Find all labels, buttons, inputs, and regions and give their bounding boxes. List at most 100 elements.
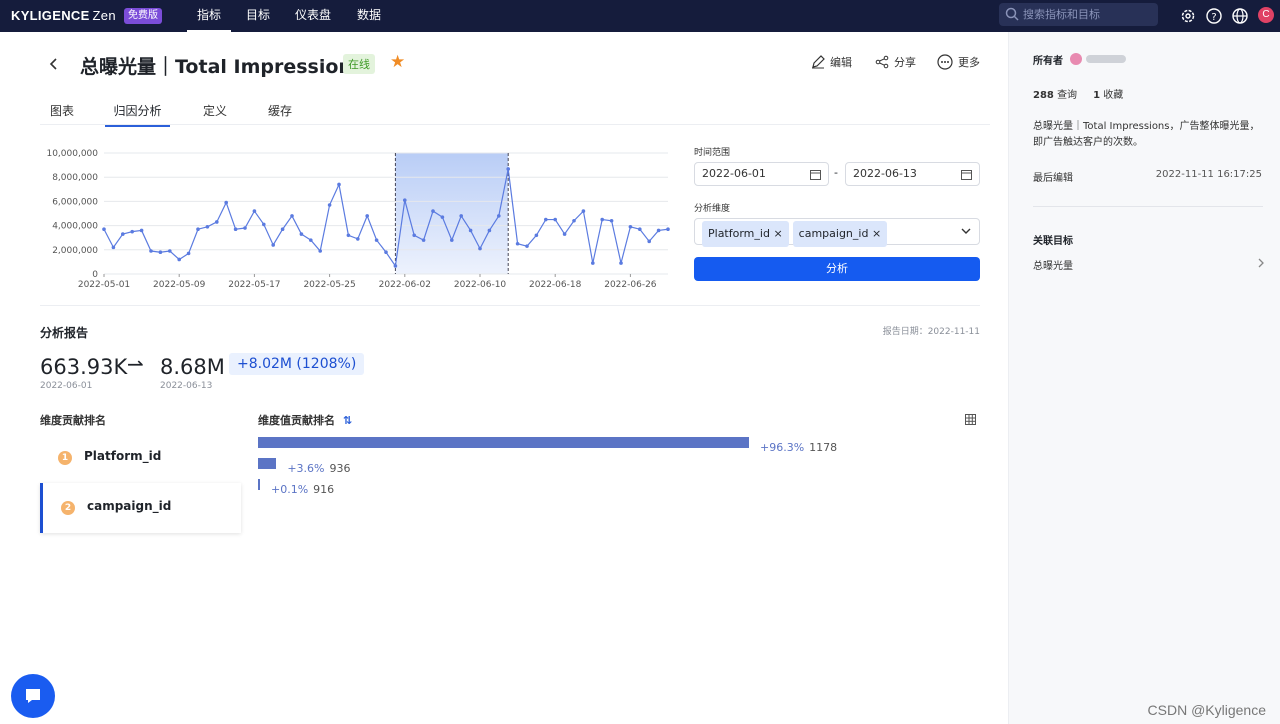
calendar-icon — [810, 170, 821, 180]
data-point — [280, 227, 285, 232]
x-tick-label: 2022-05-17 — [228, 280, 280, 290]
metric-info-sidebar: 所有者 288 查询 1 收藏 总曝光量｜Total Impressions，广告… — [1008, 32, 1280, 724]
more-dots-icon — [937, 54, 953, 70]
main-content: 总曝光量｜Total Impressions 在线 ★ 编辑 分享 更多 图表 … — [0, 32, 1008, 724]
remove-tag-icon[interactable]: × — [872, 227, 881, 240]
contribution-label: +3.6% 936 — [287, 457, 350, 476]
data-point — [130, 229, 134, 234]
share-button[interactable]: 分享 — [875, 54, 916, 70]
dimension-name: Platform_id — [84, 449, 162, 463]
data-point — [139, 228, 144, 233]
data-point — [487, 228, 492, 233]
start-date-input[interactable]: 2022-06-01 — [694, 162, 829, 186]
data-point — [459, 214, 464, 218]
arrow-right-icon: ⇀ — [127, 352, 144, 376]
rank-badge: 1 — [58, 451, 72, 465]
dimension-tag[interactable]: campaign_id × — [792, 221, 888, 247]
favorites-label: 收藏 — [1103, 90, 1124, 101]
chevron-right-icon — [1258, 258, 1264, 268]
dimension-tag[interactable]: Platform_id × — [702, 221, 789, 247]
pencil-icon — [812, 55, 825, 69]
svg-text:?: ? — [1211, 12, 1216, 23]
sort-icon[interactable]: ⇅ — [343, 414, 352, 427]
favorite-star-icon[interactable]: ★ — [390, 52, 405, 72]
tab-cache[interactable]: 缓存 — [268, 102, 292, 119]
chat-support-button[interactable] — [11, 674, 55, 718]
settings-gear-icon[interactable] — [1179, 7, 1197, 25]
more-button[interactable]: 更多 — [937, 54, 980, 70]
data-point — [638, 227, 642, 232]
data-point — [562, 232, 567, 236]
user-avatar[interactable]: C — [1258, 7, 1274, 23]
value-rank-title: 维度值贡献排名 ⇅ — [258, 412, 352, 428]
search-icon — [1005, 7, 1019, 21]
search-placeholder: 搜索指标和目标 — [1023, 8, 1100, 21]
contribution-value: 1178 — [809, 441, 838, 454]
contribution-value: 936 — [329, 462, 351, 475]
page-title: 总曝光量｜Total Impressions — [80, 56, 364, 78]
data-point — [177, 257, 181, 262]
data-point — [356, 237, 360, 241]
data-point — [346, 233, 351, 238]
contribution-bar[interactable] — [258, 458, 277, 469]
dimension-rank-item[interactable]: 1 Platform_id — [40, 435, 241, 481]
contribution-bars: +96.3% 1178 +3.6% 936 +0.1% 916 — [258, 436, 958, 506]
x-tick-label: 2022-06-10 — [454, 280, 507, 290]
data-point — [205, 225, 210, 229]
dimension-tag-label: campaign_id — [798, 227, 869, 240]
app-logo[interactable]: KYLIGENCE Zen — [11, 8, 116, 23]
tab-definition[interactable]: 定义 — [203, 102, 227, 119]
x-tick-label: 2022-06-18 — [529, 280, 582, 290]
contribution-pct: +96.3% — [760, 441, 805, 454]
dimension-select[interactable]: Platform_id × campaign_id × — [694, 218, 980, 247]
data-point — [619, 261, 623, 265]
y-tick-label: 8,000,000 — [52, 173, 98, 183]
tab-chart[interactable]: 图表 — [50, 102, 74, 119]
data-point — [365, 214, 370, 218]
nav-goals[interactable]: 目标 — [240, 0, 276, 32]
nav-data[interactable]: 数据 — [352, 0, 386, 32]
delta-badge: +8.02M (1208%) — [229, 353, 365, 375]
table-view-icon[interactable] — [965, 414, 976, 425]
y-tick-label: 6,000,000 — [52, 197, 98, 207]
data-point — [431, 209, 435, 213]
help-icon[interactable]: ? — [1205, 7, 1223, 25]
chevron-down-icon[interactable] — [961, 228, 971, 235]
data-point — [515, 241, 520, 246]
end-date-value: 2022-06-13 — [853, 167, 917, 180]
stats-row: 288 查询 1 收藏 — [1033, 86, 1123, 101]
data-point — [186, 251, 191, 256]
contribution-bar[interactable] — [258, 437, 749, 448]
owner-name-blurred — [1086, 55, 1126, 63]
data-point — [581, 209, 586, 213]
report-date: 报告日期：2022-11-11 — [882, 327, 980, 337]
x-tick-label: 2022-06-02 — [379, 280, 431, 290]
data-point — [591, 261, 595, 265]
data-point — [450, 238, 454, 242]
data-point — [327, 203, 332, 207]
data-point — [111, 245, 116, 250]
data-point — [412, 233, 417, 238]
data-point — [168, 249, 172, 253]
impressions-line-chart[interactable]: 0 2,000,000 4,000,000 6,000,000 8,000,000 10,… — [0, 136, 680, 306]
contribution-bar[interactable] — [258, 479, 260, 490]
x-tick-label: 2022-05-25 — [303, 280, 355, 290]
edit-label: 编辑 — [830, 56, 852, 69]
analyze-button[interactable]: 分析 — [694, 257, 980, 281]
top-nav-bar: KYLIGENCE Zen 免费版 指标 目标 仪表盘 数据 搜索指标和目标 ? … — [0, 0, 1280, 32]
last-edit-label: 最后编辑 — [1033, 173, 1073, 184]
end-date-input[interactable]: 2022-06-13 — [845, 162, 980, 186]
data-point — [534, 233, 539, 238]
data-point — [440, 215, 445, 219]
related-goal-item[interactable]: 总曝光量 — [1033, 257, 1265, 272]
globe-language-icon[interactable] — [1231, 7, 1249, 25]
contribution-label: +0.1% 916 — [271, 478, 334, 497]
data-point — [309, 238, 313, 242]
search-input[interactable]: 搜索指标和目标 — [999, 3, 1158, 26]
dimension-rank-item-selected[interactable]: 2 campaign_id — [40, 483, 241, 533]
remove-tag-icon[interactable]: × — [773, 227, 782, 240]
back-chevron-icon[interactable] — [49, 57, 59, 71]
nav-dashboard[interactable]: 仪表盘 — [290, 0, 336, 32]
edit-button[interactable]: 编辑 — [811, 54, 852, 70]
nav-metrics[interactable]: 指标 — [187, 0, 231, 32]
